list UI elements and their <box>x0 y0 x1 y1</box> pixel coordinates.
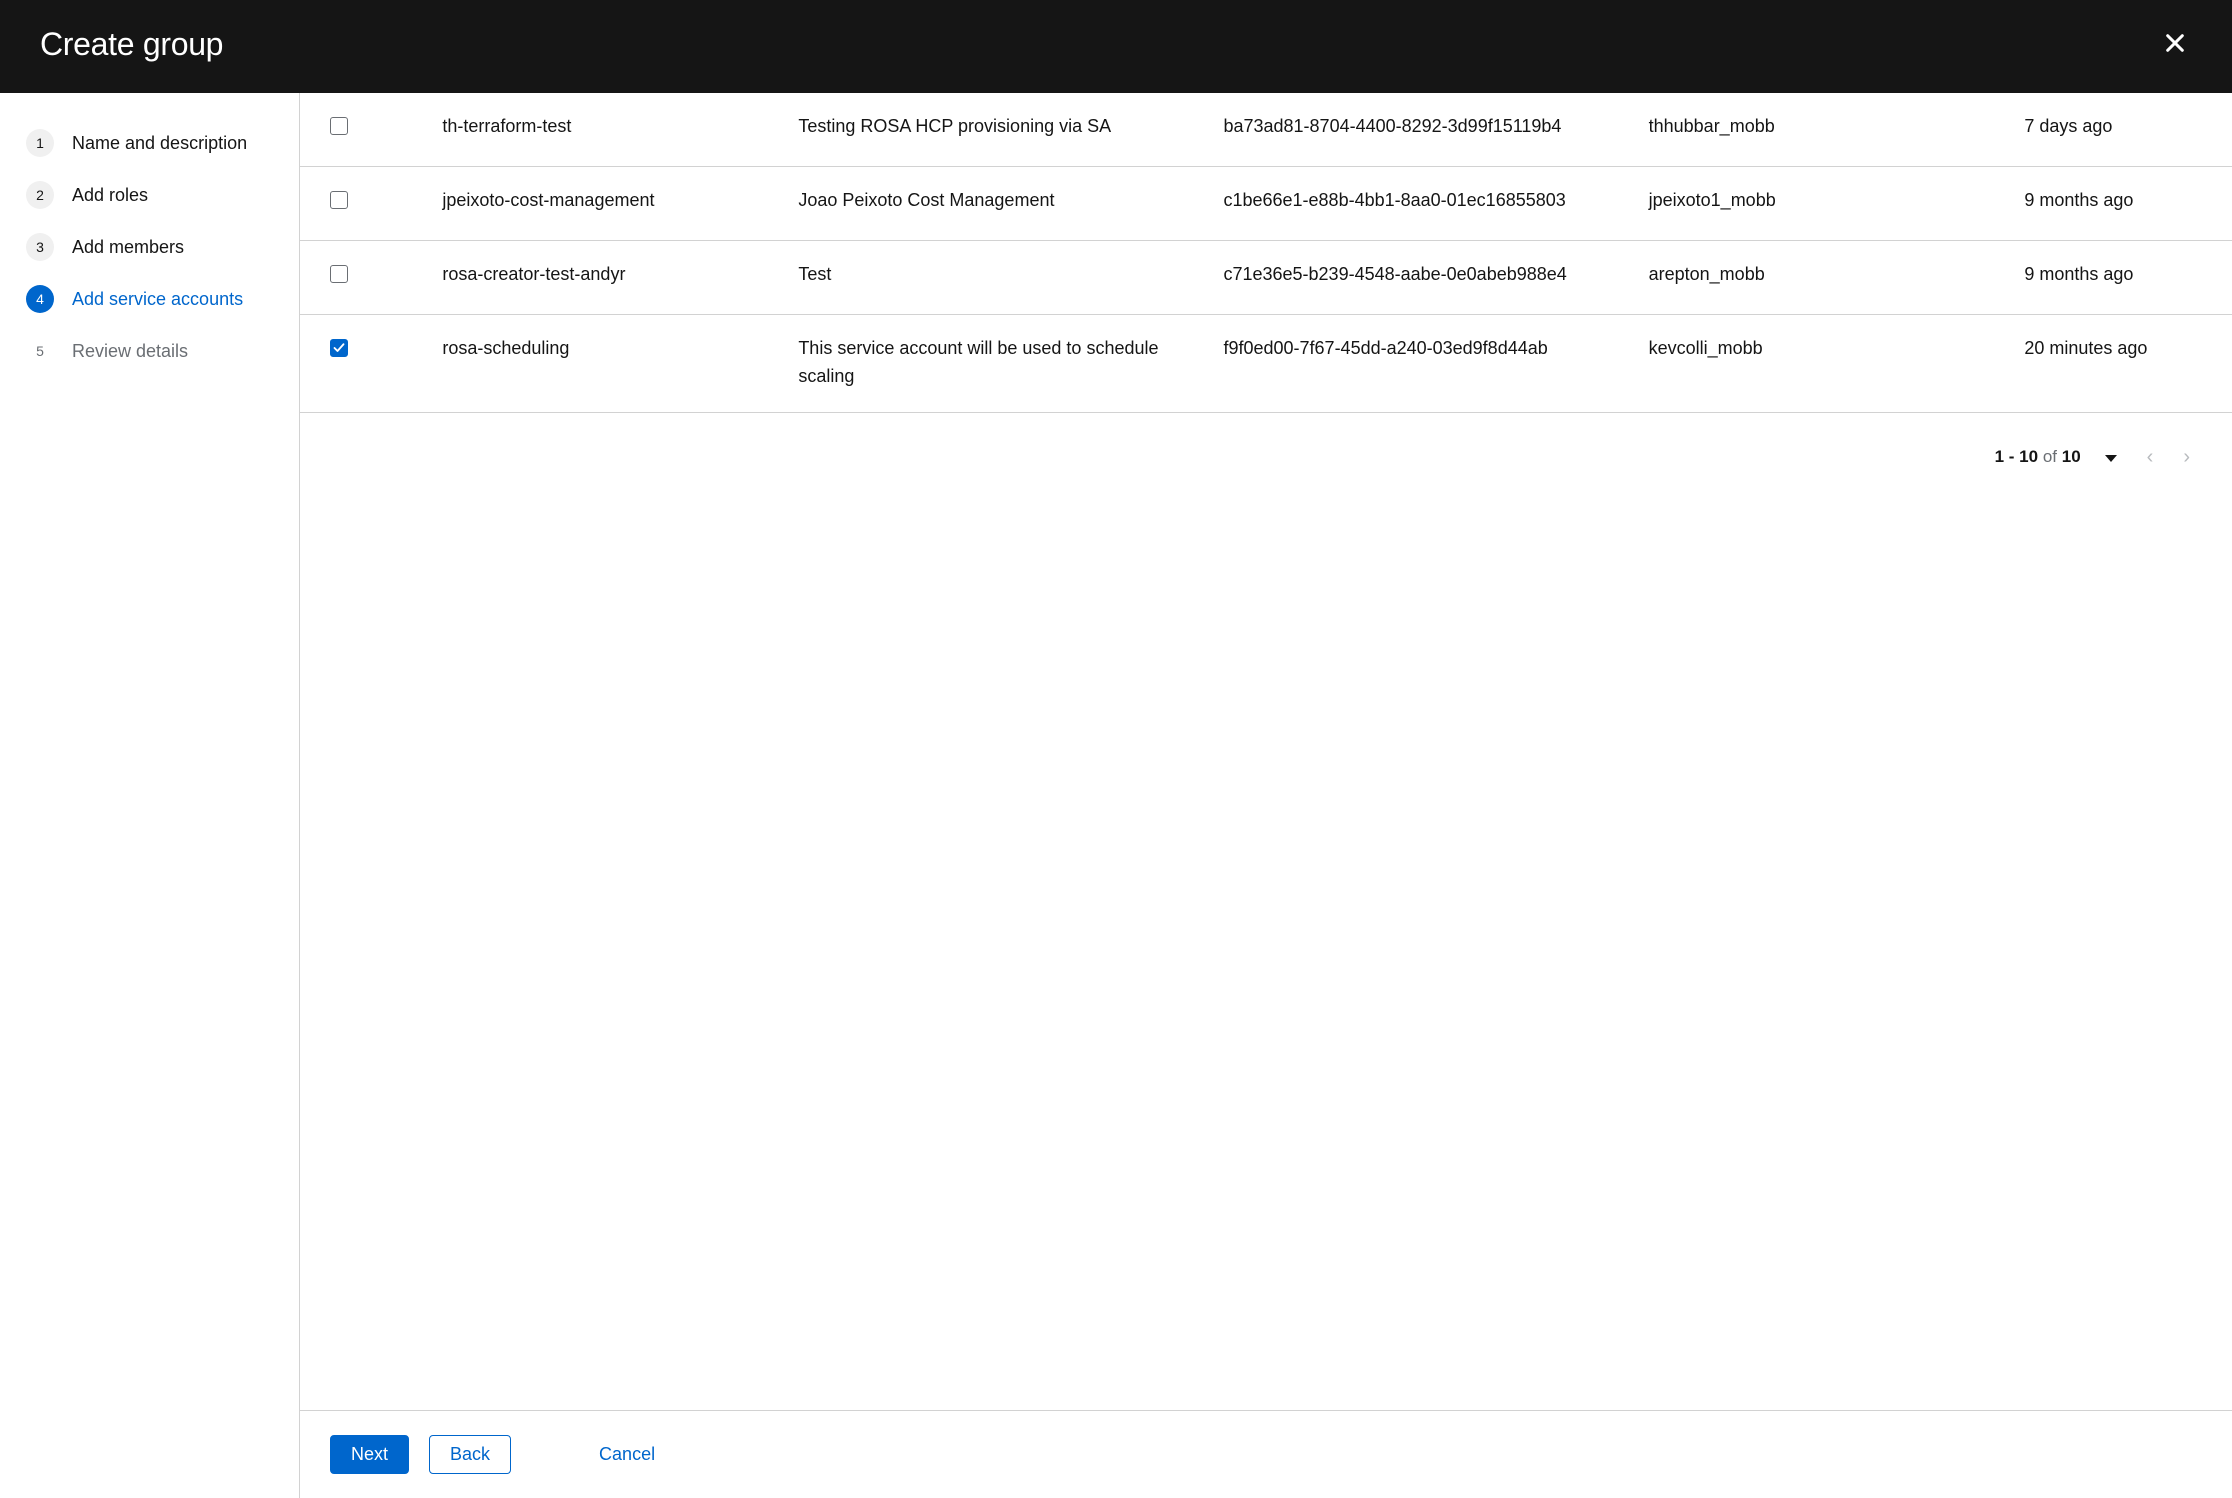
cancel-button[interactable]: Cancel <box>589 1436 665 1473</box>
cell-client-id: c1be66e1-e88b-4bb1-8aa0-01ec16855803 <box>1223 166 1648 240</box>
cell-owner: arepton_mobb <box>1649 240 2025 314</box>
cell-name: jpeixoto-cost-management <box>442 166 798 240</box>
service-accounts-table-wrapper: th-terraform-test Testing ROSA HCP provi… <box>300 93 2232 1410</box>
modal-body: 1 Name and description 2 Add roles 3 Add… <box>0 93 2232 1498</box>
cell-description: Joao Peixoto Cost Management <box>798 166 1223 240</box>
pagination-per-page-toggle[interactable] <box>2099 444 2123 471</box>
step-label: Add roles <box>72 185 148 206</box>
chevron-right-icon: › <box>2183 446 2190 468</box>
create-group-wizard: Create group 1 Name and description 2 Ad… <box>0 0 2232 1498</box>
service-accounts-table: th-terraform-test Testing ROSA HCP provi… <box>300 93 2232 413</box>
table-row: rosa-creator-test-andyr Test c71e36e5-b2… <box>300 240 2232 314</box>
wizard-step-add-roles[interactable]: 2 Add roles <box>20 169 279 221</box>
row-checkbox[interactable] <box>330 339 348 357</box>
wizard-step-add-members[interactable]: 3 Add members <box>20 221 279 273</box>
step-number: 5 <box>26 337 54 365</box>
step-number: 3 <box>26 233 54 261</box>
step-number: 2 <box>26 181 54 209</box>
step-number: 4 <box>26 285 54 313</box>
row-checkbox[interactable] <box>330 265 348 283</box>
cell-time: 7 days ago <box>2024 93 2232 166</box>
cell-client-id: ba73ad81-8704-4400-8292-3d99f15119b4 <box>1223 93 1648 166</box>
table-row: rosa-scheduling This service account wil… <box>300 314 2232 413</box>
step-label: Name and description <box>72 133 247 154</box>
cell-name: rosa-creator-test-andyr <box>442 240 798 314</box>
cell-time: 20 minutes ago <box>2024 314 2232 413</box>
pagination-next[interactable]: › <box>2177 441 2196 473</box>
next-button[interactable]: Next <box>330 1435 409 1474</box>
pagination-text: 1 - 10 of 10 <box>1995 447 2081 467</box>
step-label: Review details <box>72 341 188 362</box>
cell-name: rosa-scheduling <box>442 314 798 413</box>
pagination-range: 1 - 10 <box>1995 447 2038 466</box>
cell-owner: jpeixoto1_mobb <box>1649 166 2025 240</box>
pagination-of: of <box>2043 447 2057 466</box>
cell-time: 9 months ago <box>2024 166 2232 240</box>
cell-description: Test <box>798 240 1223 314</box>
wizard-step-add-service-accounts[interactable]: 4 Add service accounts <box>20 273 279 325</box>
pagination-total: 10 <box>2062 447 2081 466</box>
modal-header: Create group <box>0 0 2232 93</box>
row-checkbox[interactable] <box>330 191 348 209</box>
wizard-step-list: 1 Name and description 2 Add roles 3 Add… <box>20 117 279 377</box>
cell-name: th-terraform-test <box>442 93 798 166</box>
table-row: jpeixoto-cost-management Joao Peixoto Co… <box>300 166 2232 240</box>
step-label: Add service accounts <box>72 289 243 310</box>
pagination-prev[interactable]: ‹ <box>2141 441 2160 473</box>
cell-time: 9 months ago <box>2024 240 2232 314</box>
back-button[interactable]: Back <box>429 1435 511 1474</box>
close-button[interactable] <box>2158 26 2192 63</box>
cell-client-id: f9f0ed00-7f67-45dd-a240-03ed9f8d44ab <box>1223 314 1648 413</box>
pagination: 1 - 10 of 10 ‹ › <box>300 413 2232 499</box>
row-checkbox[interactable] <box>330 117 348 135</box>
cell-client-id: c71e36e5-b239-4548-aabe-0e0abeb988e4 <box>1223 240 1648 314</box>
wizard-sidebar: 1 Name and description 2 Add roles 3 Add… <box>0 93 300 1498</box>
step-number: 1 <box>26 129 54 157</box>
cell-description: This service account will be used to sch… <box>798 314 1223 413</box>
chevron-left-icon: ‹ <box>2147 446 2154 468</box>
cell-owner: thhubbar_mobb <box>1649 93 2025 166</box>
close-icon <box>2164 32 2186 54</box>
modal-title: Create group <box>40 26 223 63</box>
cell-description: Testing ROSA HCP provisioning via SA <box>798 93 1223 166</box>
cell-owner: kevcolli_mobb <box>1649 314 2025 413</box>
step-label: Add members <box>72 237 184 258</box>
wizard-step-review-details[interactable]: 5 Review details <box>20 325 279 377</box>
wizard-footer: Next Back Cancel <box>300 1410 2232 1498</box>
table-row: th-terraform-test Testing ROSA HCP provi… <box>300 93 2232 166</box>
caret-down-icon <box>2105 455 2117 462</box>
wizard-main: th-terraform-test Testing ROSA HCP provi… <box>300 93 2232 1498</box>
wizard-step-name-description[interactable]: 1 Name and description <box>20 117 279 169</box>
